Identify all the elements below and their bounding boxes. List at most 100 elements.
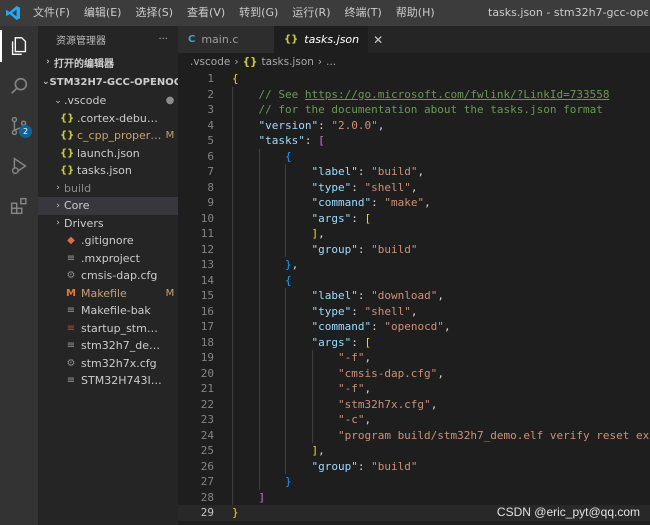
tree-item[interactable]: {}.cortex-debug.regist... [38,110,178,128]
tree-item[interactable]: {} launch.json [38,145,178,163]
code-line[interactable]: 19 "-f", [178,350,650,366]
code-line[interactable]: 1{ [178,71,650,87]
code-line[interactable]: 22 "stm32h7x.cfg", [178,397,650,413]
tree-item-label: tasks.json [77,164,132,178]
tree-item[interactable]: M Makefile M [38,285,178,303]
code-token: : [351,335,365,349]
code-line[interactable]: 17 "command": "openocd", [178,319,650,335]
run-debug-icon[interactable] [0,146,38,186]
tree-item[interactable]: ⚙ stm32h7x.cfg [38,355,178,373]
tree-item[interactable]: ⚙ cmsis-dap.cfg [38,267,178,285]
breadcrumb-item[interactable]: .vscode [190,56,230,68]
code-line[interactable]: 4 "version": "2.0.0", [178,118,650,134]
code-line[interactable]: 10 "args": [ [178,211,650,227]
code-token: "group" [232,459,358,473]
code-line[interactable]: 9 "command": "make", [178,195,650,211]
code-line[interactable]: 13 }, [178,257,650,273]
code-token: : [304,134,319,147]
code-editor[interactable]: 1{2 // See https://go.microsoft.com/fwli… [178,71,650,525]
tree-item[interactable]: ≡ Makefile-bak [38,302,178,320]
tree-item-label: STM32H743IITx_FLAS... [81,374,162,388]
code-line[interactable]: 11 ], [178,226,650,242]
tree-item[interactable]: ≡ startup_stm32h743xx.s [38,320,178,338]
line-number: 17 [200,320,214,333]
project-section[interactable]: ⌄ STM32H7-GCC-OPENOCD [38,72,178,92]
code-token: "build" [371,459,418,473]
menu-item-5[interactable]: 运行(R) [285,0,337,26]
code-line[interactable]: 6 { [178,149,650,165]
code-text: "stm32h7x.cfg", [232,397,437,413]
tree-item[interactable]: › Core [38,197,178,215]
code-text: "-f", [232,381,371,397]
code-line[interactable]: 27 } [178,474,650,490]
menu-item-2[interactable]: 选择(S) [128,0,180,26]
code-line[interactable]: 26 "group": "build" [178,459,650,475]
tree-item-label: build [64,181,92,195]
explorer-sidebar: 资源管理器 ··· › 打开的编辑器 ⌄ STM32H7-GCC-OPENOCD… [38,26,178,525]
tree-item[interactable]: ⌄ .vscode ● [38,92,178,110]
code-line[interactable]: 16 "type": "shell", [178,304,650,320]
menu-item-6[interactable]: 终端(T) [338,0,389,26]
code-line[interactable]: 8 "type": "shell", [178,180,650,196]
code-line[interactable]: 28 ] [178,490,650,506]
code-line[interactable]: 21 "-f", [178,381,650,397]
menu-item-1[interactable]: 编辑(E) [77,0,129,26]
code-token: "command" [232,196,372,209]
search-icon[interactable] [0,66,38,106]
code-line[interactable]: 12 "group": "build" [178,242,650,258]
code-line[interactable]: 7 "label": "build", [178,164,650,180]
code-token: "-c" [232,413,365,426]
breadcrumb-item[interactable]: tasks.json [262,56,314,68]
tree-item[interactable]: › build [38,180,178,198]
source-control-icon[interactable]: 2 [0,106,38,146]
code-line[interactable]: 3 // for the documentation about the tas… [178,102,650,118]
chevron-right-icon: › [46,57,50,67]
code-line[interactable]: 18 "args": [ [178,335,650,351]
tree-item-label: startup_stm32h743xx.s [81,321,162,335]
chevron-right-icon: › [56,218,60,229]
file-icon: {} [60,112,75,124]
open-editors-section[interactable]: › 打开的编辑器 [38,52,178,72]
extensions-icon[interactable] [0,186,38,226]
code-line[interactable]: 20 "cmsis-dap.cfg", [178,366,650,382]
tree-item[interactable]: {} tasks.json [38,162,178,180]
code-line[interactable]: 23 "-c", [178,412,650,428]
tree-item[interactable]: ≡ STM32H743IITx_FLAS... [38,372,178,390]
code-token: , [443,320,451,333]
menu-item-7[interactable]: 帮助(H) [389,0,442,26]
breadcrumb-item[interactable]: ... [326,56,336,68]
menu-item-0[interactable]: 文件(F) [26,0,77,26]
code-line[interactable]: 24 "program build/stm32h7_demo.elf verif… [178,428,650,444]
tree-item[interactable]: › Drivers [38,215,178,233]
explorer-icon[interactable] [0,26,38,66]
tree-item[interactable]: ◆ .gitignore [38,232,178,250]
menu-item-4[interactable]: 转到(G) [232,0,285,26]
file-icon: ◆ [67,235,75,247]
tree-item[interactable]: ≡ stm32h7_demo.ioc [38,337,178,355]
file-icon: ⚙ [66,357,76,369]
tree-item[interactable]: {} c_cpp_properti... M [38,127,178,145]
tree-item[interactable]: ≡ .mxproject [38,250,178,268]
tab-main-c[interactable]: Cmain.c [178,26,274,53]
close-icon[interactable]: ✕ [373,33,383,47]
code-line[interactable]: 14 { [178,273,650,289]
line-number: 11 [200,227,214,240]
tree-item-label: Drivers [64,216,104,230]
code-line[interactable]: 25 ], [178,443,650,459]
more-actions-icon[interactable]: ··· [158,34,168,45]
code-line[interactable]: 15 "label": "download", [178,288,650,304]
chevron-right-icon: › [56,200,60,211]
code-line[interactable]: 5 "tasks": [ [178,133,650,149]
code-token: "2.0.0" [331,118,378,132]
tab-tasks-json[interactable]: {} tasks.json ✕ [274,26,383,53]
code-token: ] [232,227,319,240]
line-number: 26 [200,459,214,473]
menu-item-3[interactable]: 查看(V) [180,0,232,26]
tree-item-label: c_cpp_properti... [77,129,162,143]
code-text: "type": "shell", [232,304,417,320]
line-number: 3 [207,103,214,116]
code-token: : [357,165,372,178]
code-text: "-c", [232,412,371,428]
code-line[interactable]: 2 // See https://go.microsoft.com/fwlink… [178,87,650,103]
code-token: "tasks" [232,134,305,147]
